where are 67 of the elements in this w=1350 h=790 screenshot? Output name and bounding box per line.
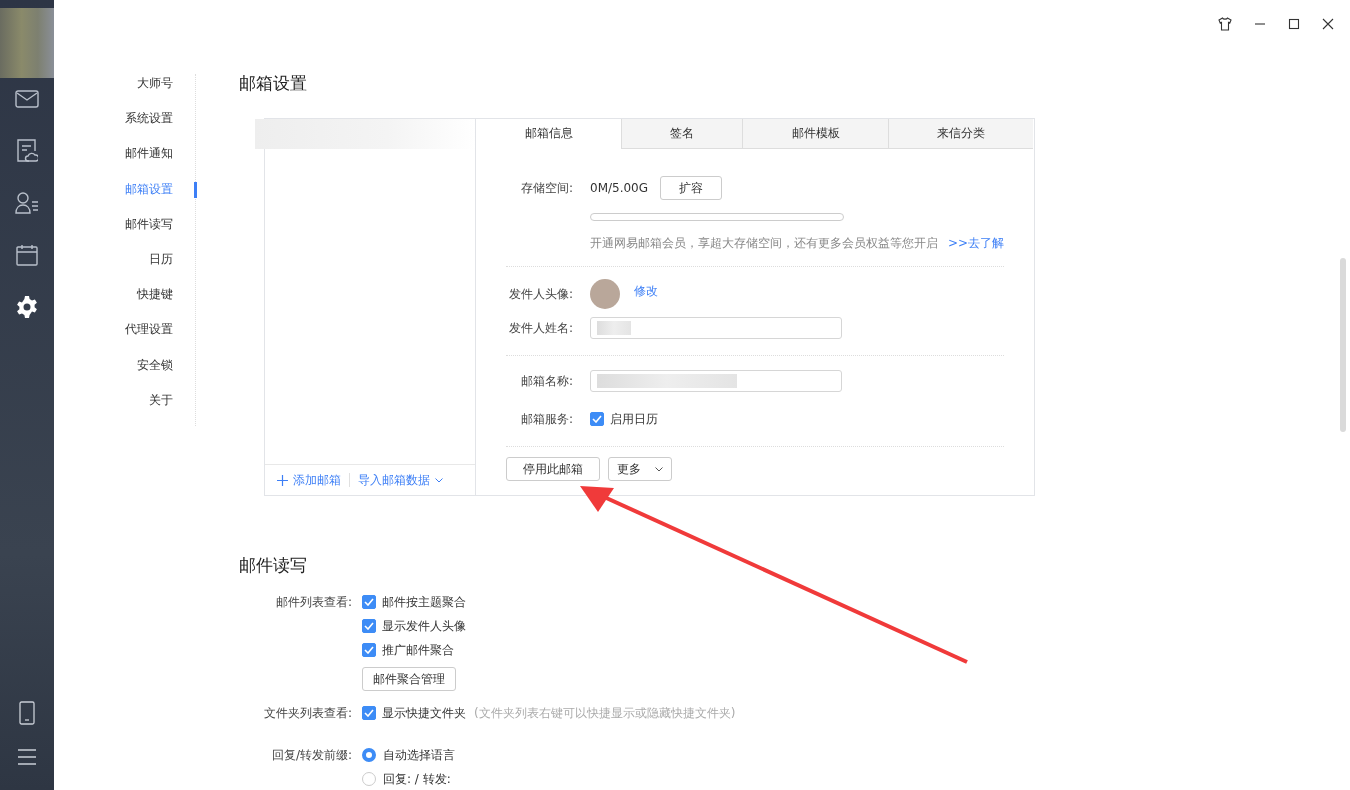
phone-icon[interactable] xyxy=(19,701,35,725)
checkbox-label: 显示发件人头像 xyxy=(382,617,466,635)
settings-nav-item[interactable]: 关于 xyxy=(149,390,173,427)
checkbox[interactable] xyxy=(362,706,376,720)
calendar-icon[interactable] xyxy=(16,244,38,266)
checkbox[interactable] xyxy=(362,595,376,609)
settings-nav-item[interactable]: 邮箱设置 xyxy=(125,179,173,215)
field-label: 邮件列表查看: xyxy=(274,594,352,611)
blurred-avatar xyxy=(0,8,54,78)
section-title: 邮箱设置 xyxy=(239,72,308,95)
settings-nav-item[interactable]: 快捷键 xyxy=(137,285,173,321)
field-label: 回复/转发前缀: xyxy=(270,747,352,764)
maximize-icon[interactable] xyxy=(1288,18,1300,30)
settings-icon[interactable] xyxy=(15,295,39,319)
settings-nav-item[interactable]: 系统设置 xyxy=(125,109,173,145)
checkbox-label: 邮件按主题聚合 xyxy=(382,593,466,611)
close-icon[interactable] xyxy=(1322,18,1334,30)
disable-mailbox-button[interactable]: 停用此邮箱 xyxy=(506,457,600,481)
checkbox-label: 推广邮件聚合 xyxy=(382,641,454,659)
radio-button[interactable] xyxy=(362,748,376,762)
manage-button[interactable]: 邮件聚合管理 xyxy=(362,667,456,691)
expand-button[interactable]: 扩容 xyxy=(660,176,723,200)
blurred-text xyxy=(597,321,631,335)
settings-nav-item[interactable]: 邮件读写 xyxy=(125,214,173,250)
checkbox[interactable] xyxy=(362,619,376,633)
field-label: 存储空间: xyxy=(519,179,573,197)
shirt-icon[interactable] xyxy=(1218,17,1232,31)
mail-icon[interactable] xyxy=(15,90,39,108)
scrollbar[interactable] xyxy=(1340,258,1346,432)
import-data-link[interactable]: 导入邮箱数据 xyxy=(358,471,443,489)
plus-icon xyxy=(277,474,288,486)
settings-nav-item[interactable]: 邮件通知 xyxy=(125,144,173,180)
settings-nav-item[interactable]: 日历 xyxy=(149,250,173,286)
tab[interactable]: 邮件模板 xyxy=(742,119,888,149)
promo-text: 开通网易邮箱会员，享超大存储空间，还有更多会员权益等您开启 xyxy=(590,236,938,251)
field-label: 文件夹列表查看: xyxy=(262,705,352,721)
settings-nav-item[interactable]: 代理设置 xyxy=(125,320,173,356)
storage-value: 0M/5.00G xyxy=(590,181,649,195)
hint-text: (文件夹列表右键可以快捷显示或隐藏快捷文件夹) xyxy=(474,704,736,722)
field-label: 发件人姓名: xyxy=(507,319,573,337)
menu-icon[interactable] xyxy=(17,749,37,765)
contacts-icon[interactable] xyxy=(15,192,39,214)
checkbox[interactable] xyxy=(590,412,604,426)
field-label: 邮箱名称: xyxy=(519,372,573,390)
mailbox-name-field[interactable] xyxy=(590,370,842,392)
note-cloud-icon[interactable] xyxy=(16,139,38,163)
add-mailbox-link[interactable]: 添加邮箱 xyxy=(277,471,341,489)
edit-link[interactable]: 修改 xyxy=(634,282,658,300)
checkbox-label: 显示快捷文件夹 xyxy=(382,704,466,722)
chevron-down-icon xyxy=(435,477,443,483)
tab[interactable]: 来信分类 xyxy=(888,119,1033,149)
learn-more-link[interactable]: >>去了解 xyxy=(948,235,1005,252)
settings-nav-item[interactable]: 大师号 xyxy=(137,74,173,110)
more-dropdown[interactable]: 更多 xyxy=(608,457,672,481)
settings-nav-item[interactable]: 安全锁 xyxy=(137,355,173,391)
avatar-photo-placeholder xyxy=(590,279,620,309)
field-label: 邮箱服务: xyxy=(519,410,573,428)
radio-label: 回复: / 转发: xyxy=(383,770,451,788)
radio-label: 自动选择语言 xyxy=(383,746,455,764)
checkbox[interactable] xyxy=(362,643,376,657)
chevron-down-icon xyxy=(655,466,663,472)
checkbox-label: 启用日历 xyxy=(610,410,658,428)
sender-name-field[interactable] xyxy=(590,317,842,339)
section-title: 邮件读写 xyxy=(239,554,308,577)
tab[interactable]: 签名 xyxy=(621,119,742,149)
active-indicator xyxy=(194,182,197,198)
field-label: 发件人头像: xyxy=(507,285,573,303)
